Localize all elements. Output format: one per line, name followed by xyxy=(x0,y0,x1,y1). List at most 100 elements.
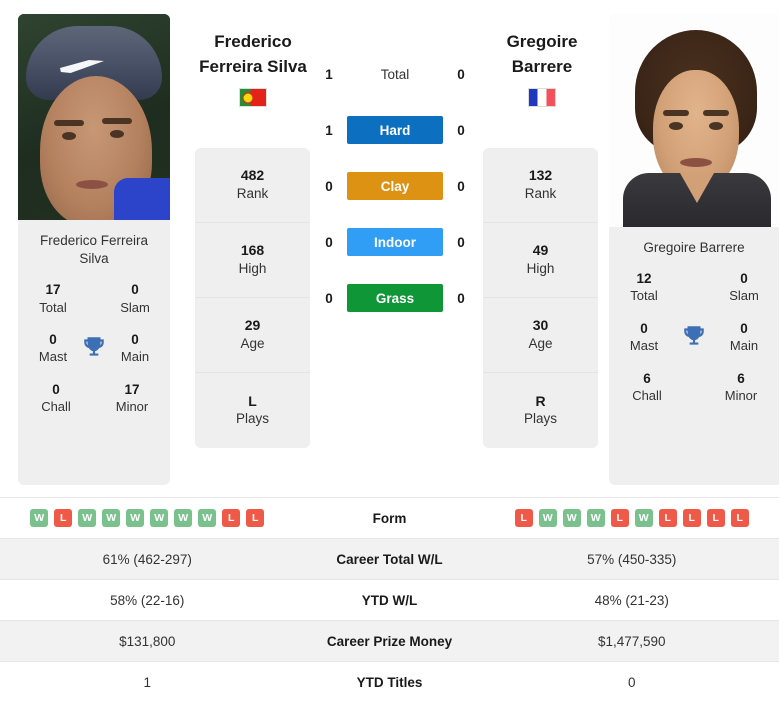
stat-value: 30 xyxy=(532,317,549,334)
table-cell-right: LWWWLWLLLL xyxy=(485,509,779,527)
h2h-surface-hard[interactable]: Hard xyxy=(347,116,443,144)
h2h-right-value: 0 xyxy=(457,290,465,306)
titles-row: 0 Mast 0 Main xyxy=(613,321,775,355)
form-badge[interactable]: W xyxy=(538,509,557,527)
titles-row: 0 Mast 0 Main xyxy=(22,332,166,366)
flag-france-icon xyxy=(528,88,556,108)
h2h-right-value: 0 xyxy=(457,66,465,82)
player-first-name-right: Gregoire xyxy=(506,32,578,51)
h2h-row-clay: 0 Clay 0 xyxy=(320,172,470,200)
stat-label: Plays xyxy=(523,411,557,427)
table-cell-left: WLWWWWWWLL xyxy=(0,509,295,527)
stat-label: High xyxy=(526,260,555,276)
h2h-row-hard: 1 Hard 0 xyxy=(320,116,470,144)
stat-value: 29 xyxy=(244,317,261,334)
h2h-right-value: 0 xyxy=(457,178,465,194)
stat-value: L xyxy=(248,392,257,409)
player-card-name-left: Frederico Ferreira Silva xyxy=(39,233,149,267)
h2h-left-value: 1 xyxy=(325,122,333,138)
h2h-left-value: 0 xyxy=(325,234,333,250)
nike-swoosh-icon xyxy=(60,60,104,73)
table-row-label: Career Total W/L xyxy=(336,551,443,567)
photo-art-left xyxy=(18,14,170,220)
trophy-icon xyxy=(77,332,111,360)
form-badge[interactable]: W xyxy=(198,509,217,527)
player-card-right[interactable]: Gregoire Barrere 12 Total 0 Slam 0 Mast xyxy=(609,14,779,485)
form-badge[interactable]: L xyxy=(706,509,725,527)
head-to-head-surfaces: 1 Total 0 1 Hard 0 0 Clay 0 0 Indoor 0 0 Grass 0 xyxy=(320,60,470,312)
form-badge[interactable]: L xyxy=(658,509,677,527)
h2h-right-value: 0 xyxy=(457,234,465,250)
h2h-surface-grass[interactable]: Grass xyxy=(347,284,443,312)
comparison-header: Frederico Ferreira Silva 17 Total 0 Slam… xyxy=(0,0,779,492)
titles-grid-right: 12 Total 0 Slam 0 Mast 0 Main 6 Chall 6 … xyxy=(609,271,779,404)
titles-row: 17 Total 0 Slam xyxy=(22,282,166,316)
table-row: W L W W W W W W L L Form L W W W L W L L L L xyxy=(0,497,779,538)
titles-total-right: 12 Total xyxy=(630,271,658,304)
table-cell-right: $1,477,590 xyxy=(597,633,666,649)
stat-age-right: 30 Age xyxy=(483,298,598,373)
form-badge[interactable]: W xyxy=(102,509,121,527)
form-badge[interactable]: L xyxy=(610,509,629,527)
form-badge[interactable]: W xyxy=(586,509,605,527)
h2h-surface-clay[interactable]: Clay xyxy=(347,172,443,200)
form-badge[interactable]: L xyxy=(682,509,701,527)
form-badge[interactable]: L xyxy=(222,509,241,527)
form-badge[interactable]: L xyxy=(246,509,265,527)
form-badge[interactable]: L xyxy=(54,509,73,527)
stat-column-left: 482 Rank 168 High 29 Age L Plays xyxy=(195,148,310,448)
stat-value: 132 xyxy=(528,167,553,184)
table-row-label: YTD W/L xyxy=(361,592,418,608)
stat-label: High xyxy=(238,260,267,276)
stat-age-left: 29 Age xyxy=(195,298,310,373)
table-cell-left: 1 xyxy=(143,674,151,690)
h2h-surface-indoor[interactable]: Indoor xyxy=(347,228,443,256)
stat-rank-left: 482 Rank xyxy=(195,148,310,223)
stat-label: Plays xyxy=(235,411,269,427)
titles-mast-left: 0 Mast xyxy=(38,332,68,365)
form-badge[interactable]: W xyxy=(562,509,581,527)
player-photo-left xyxy=(18,14,170,220)
player-name-block-left: Frederico Ferreira Silva xyxy=(168,30,338,108)
table-row-label: YTD Titles xyxy=(356,674,423,690)
flag-portugal-icon xyxy=(239,88,267,108)
stat-plays-right: R Plays xyxy=(483,373,598,448)
form-badge[interactable]: W xyxy=(634,509,653,527)
photo-art-right xyxy=(609,14,779,227)
shirt-shape xyxy=(114,178,170,220)
player-name-block-right: Gregoire Barrere xyxy=(457,30,627,108)
stat-label: Age xyxy=(528,335,553,351)
form-badge[interactable]: W xyxy=(126,509,145,527)
h2h-row-total: 1 Total 0 xyxy=(320,60,470,88)
polo-shape xyxy=(623,173,771,227)
titles-minor-left: 17 Minor xyxy=(115,381,149,415)
player-comparison-page: Frederico Ferreira Silva 17 Total 0 Slam… xyxy=(0,0,779,719)
table-cell-left: $131,800 xyxy=(119,633,176,649)
form-badge[interactable]: W xyxy=(78,509,97,527)
form-badge[interactable]: L xyxy=(514,509,533,527)
table-row: 1 YTD Titles 0 xyxy=(0,661,779,702)
table-row: $131,800 Career Prize Money $1,477,590 xyxy=(0,620,779,661)
stat-high-left: 168 High xyxy=(195,223,310,298)
h2h-surface-total: Total xyxy=(380,66,410,82)
titles-grid-left: 17 Total 0 Slam 0 Mast 0 Main 0 Chall 17… xyxy=(18,282,170,415)
form-badge[interactable]: W xyxy=(30,509,49,527)
stat-value: 168 xyxy=(240,242,265,259)
table-cell-right: 0 xyxy=(627,674,636,690)
titles-chall-left: 0 Chall xyxy=(41,381,71,415)
form-strip-left: WLWWWWWWLL xyxy=(30,509,265,527)
form-badge[interactable]: W xyxy=(174,509,193,527)
table-row-label: Form xyxy=(372,510,407,526)
form-badge[interactable]: L xyxy=(730,509,749,527)
table-cell-left: 61% (462-297) xyxy=(102,551,192,567)
stat-label: Rank xyxy=(236,185,269,201)
trophy-icon xyxy=(677,321,711,349)
player-card-left[interactable]: Frederico Ferreira Silva 17 Total 0 Slam… xyxy=(18,14,170,485)
table-row-label: Career Prize Money xyxy=(326,633,453,649)
player-first-name-left: Frederico xyxy=(214,32,292,51)
h2h-right-value: 0 xyxy=(457,122,465,138)
h2h-left-value: 0 xyxy=(325,290,333,306)
titles-slam-right: 0 Slam xyxy=(729,271,759,304)
form-badge[interactable]: W xyxy=(150,509,169,527)
table-row: 58% (22-16) YTD W/L 48% (21-23) xyxy=(0,579,779,620)
